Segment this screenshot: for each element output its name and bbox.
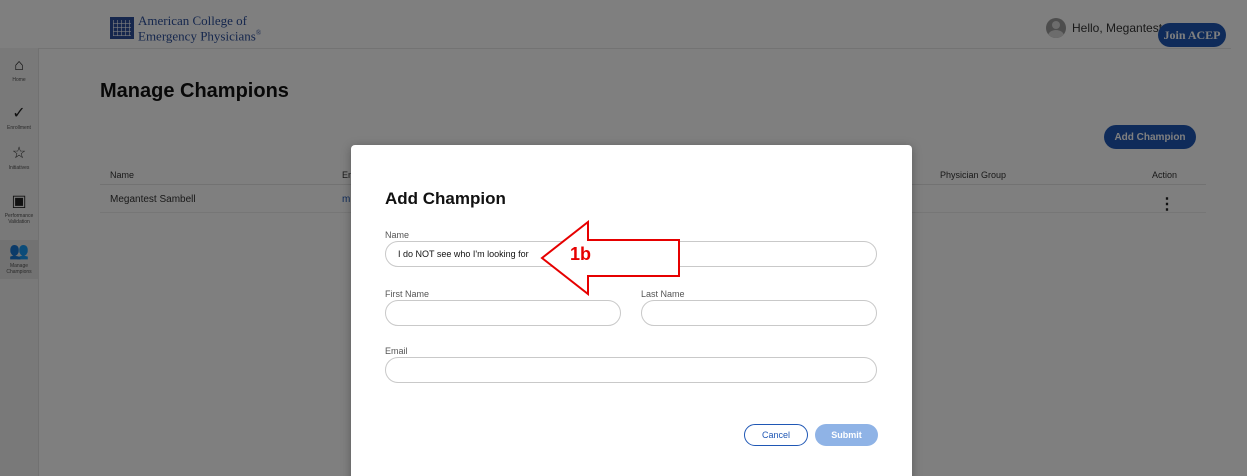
email-label: Email — [385, 346, 408, 356]
submit-button[interactable]: Submit — [815, 424, 878, 446]
add-champion-dialog: Add Champion Name I do NOT see who I'm l… — [351, 145, 912, 476]
name-label: Name — [385, 230, 410, 240]
cancel-button[interactable]: Cancel — [744, 424, 808, 446]
dialog-title: Add Champion — [385, 189, 506, 208]
annotation-arrow-icon — [540, 220, 680, 296]
annotation-label: 1b — [570, 244, 592, 264]
last-name-input[interactable] — [641, 300, 877, 326]
screen: American College of Emergency Physicians… — [0, 0, 1247, 476]
first-name-input[interactable] — [385, 300, 621, 326]
email-input[interactable] — [385, 357, 877, 383]
first-name-label: First Name — [385, 289, 430, 299]
